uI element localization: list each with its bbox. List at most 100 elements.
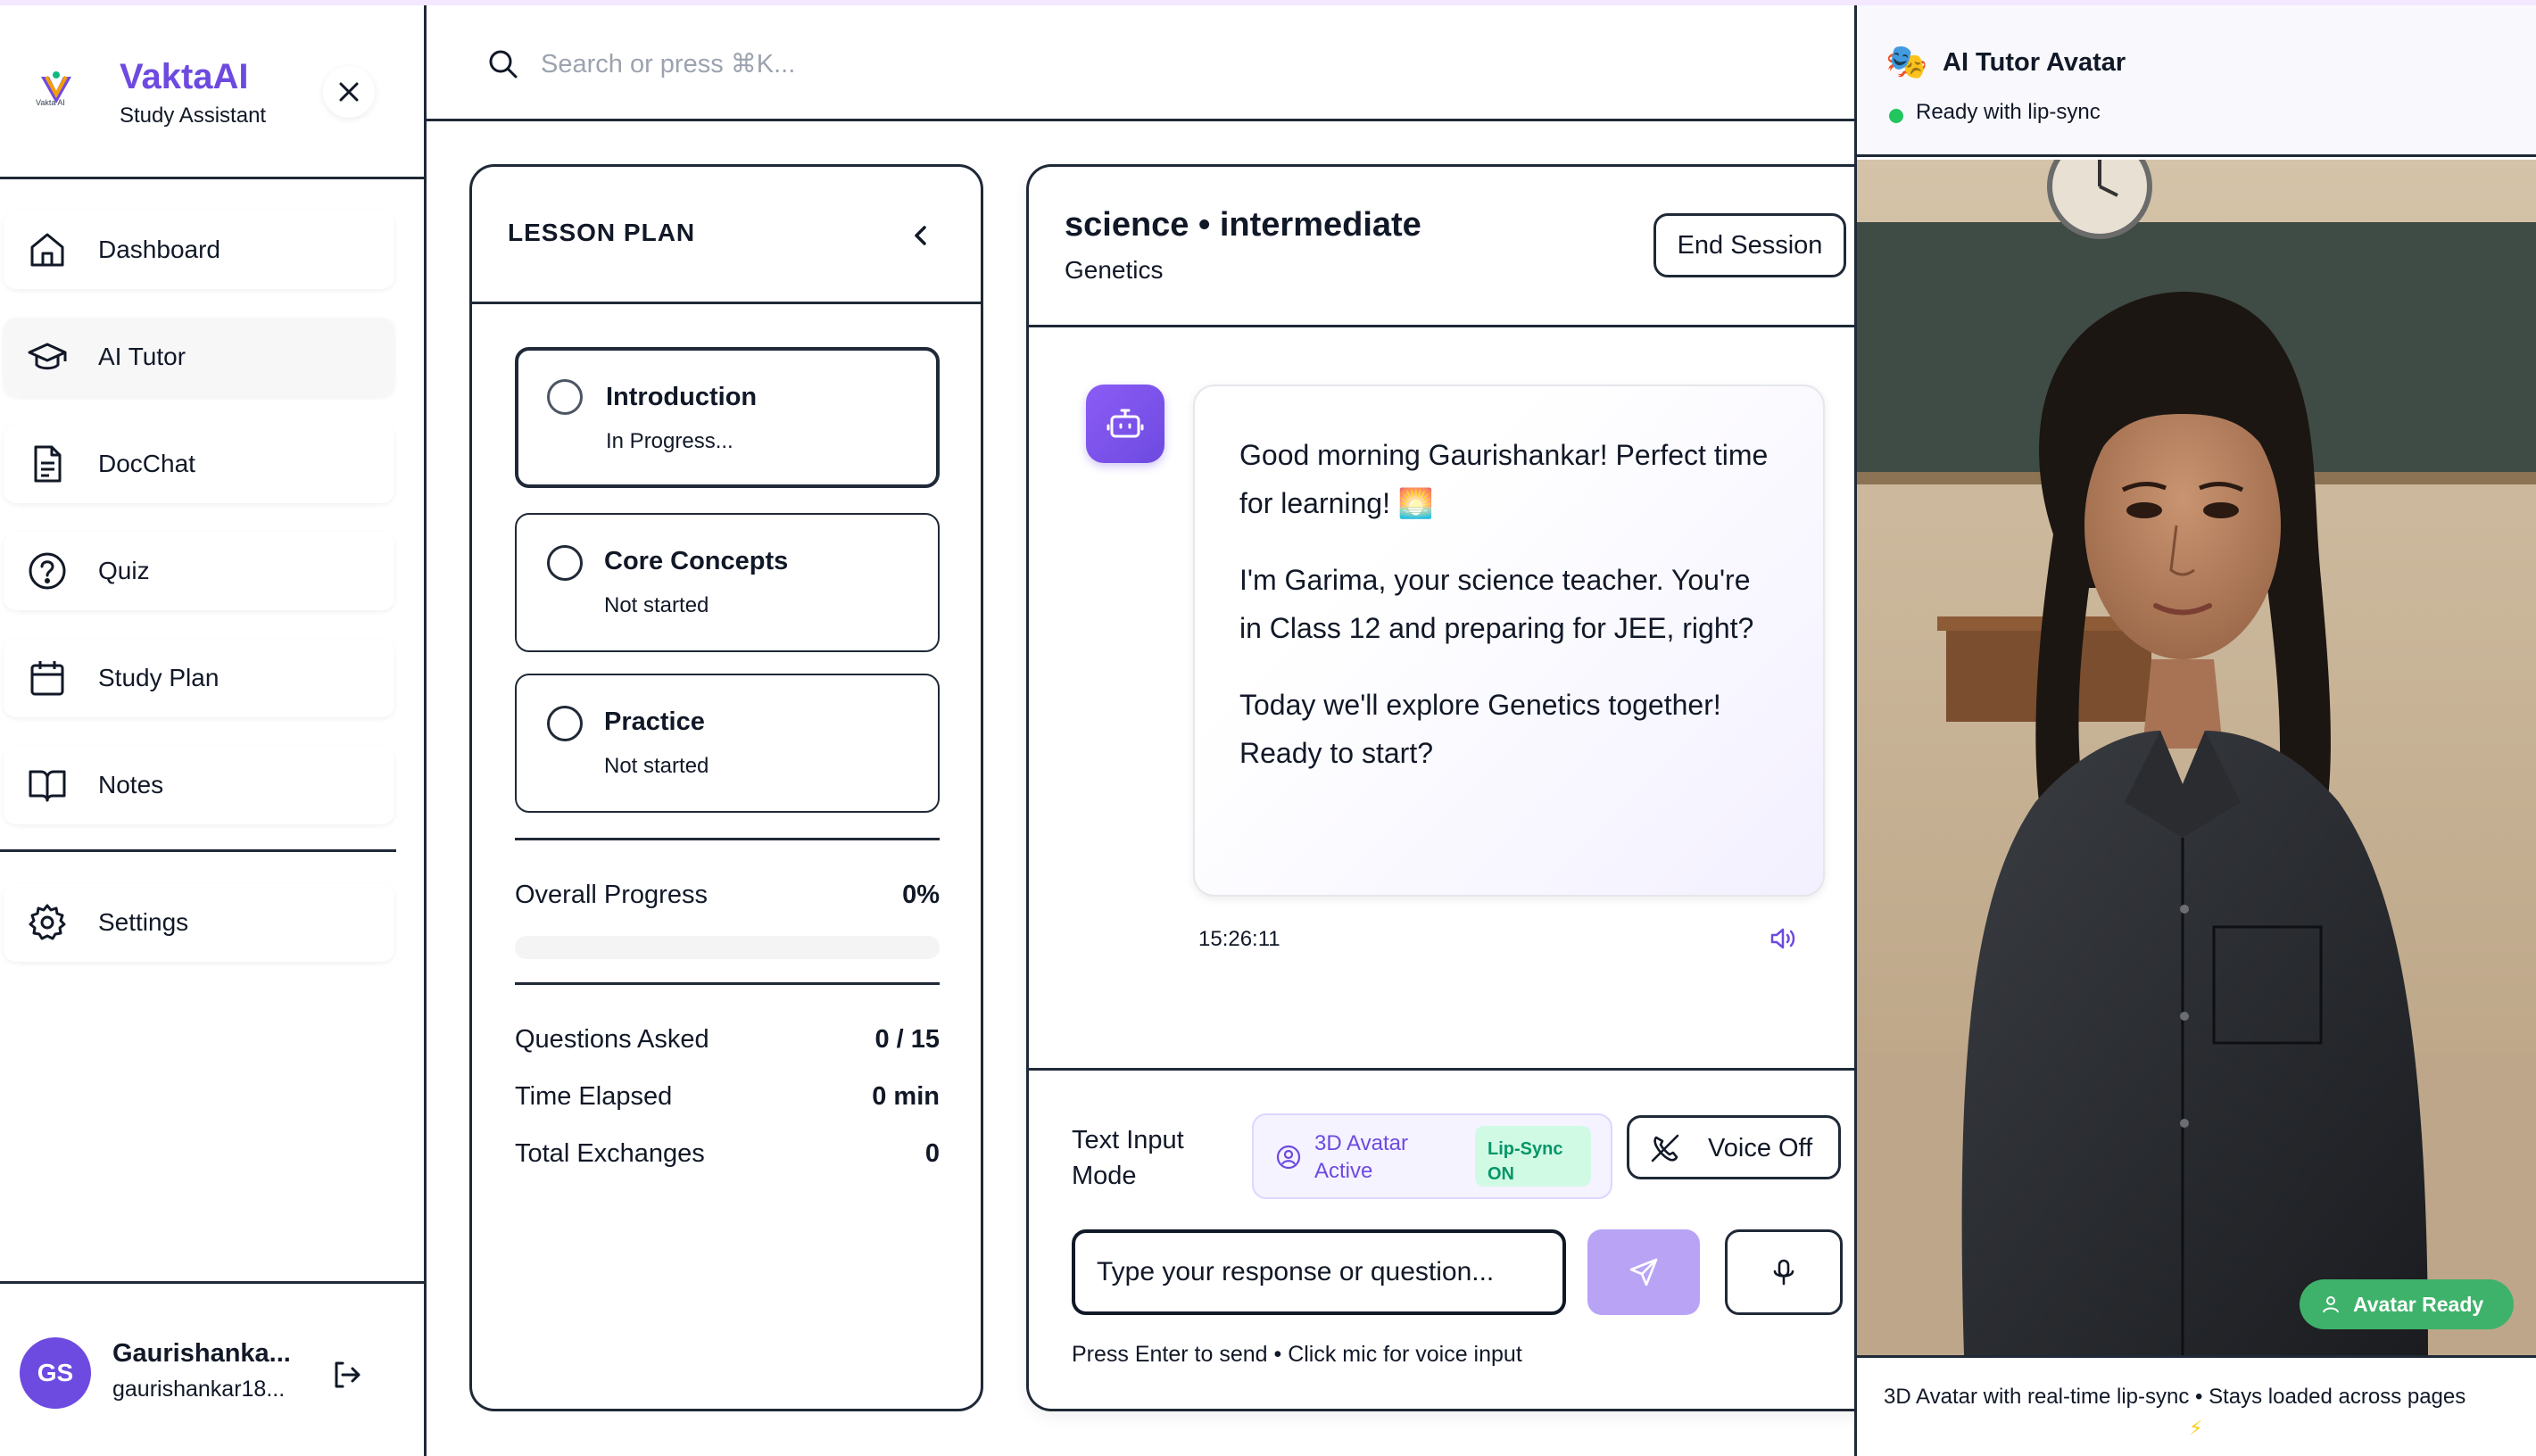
session-title: science • intermediate	[1065, 206, 1421, 244]
user-circle-icon	[1276, 1145, 1301, 1170]
sidebar-item-study-plan[interactable]: Study Plan	[4, 639, 394, 717]
theater-masks-icon: 🎭	[1885, 44, 1928, 81]
message-input[interactable]	[1072, 1229, 1566, 1315]
input-hint: Press Enter to send • Click mic for voic…	[1072, 1342, 1522, 1367]
close-icon	[339, 82, 359, 102]
status-dot	[1889, 109, 1903, 123]
sidebar-item-notes[interactable]: Notes	[4, 746, 394, 824]
sidebar-item-label: DocChat	[98, 450, 195, 477]
end-session-button[interactable]: End Session	[1653, 213, 1846, 277]
logo-caption: Vakta AI	[36, 98, 65, 107]
lesson-plan-panel: LESSON PLAN Introduction In Progress... …	[469, 164, 983, 1411]
sidebar-item-settings[interactable]: Settings	[4, 883, 394, 962]
chat-composer: Text Input Mode 3D Avatar Active Lip-Syn…	[1029, 1068, 1865, 1409]
close-sidebar-button[interactable]	[323, 66, 375, 118]
app-name: VaktaAI	[120, 57, 249, 96]
search-icon	[489, 50, 518, 79]
sidebar-item-label: Notes	[98, 771, 164, 798]
bot-avatar	[1086, 385, 1164, 463]
lesson-plan-header: LESSON PLAN	[472, 167, 981, 304]
step-status: In Progress...	[606, 429, 733, 453]
send-button[interactable]	[1587, 1229, 1700, 1315]
home-icon	[30, 233, 64, 267]
logout-icon[interactable]	[330, 1359, 362, 1391]
step-status: Not started	[604, 593, 709, 617]
lesson-step-introduction[interactable]: Introduction In Progress...	[515, 347, 940, 488]
sidebar-item-label: Dashboard	[98, 236, 220, 263]
message-paragraph: Good morning Gaurishankar! Perfect time …	[1239, 439, 1769, 519]
avatar-ready-label: Avatar Ready	[2353, 1292, 2484, 1316]
document-icon	[34, 445, 62, 483]
divider	[515, 982, 940, 985]
lesson-plan-title: LESSON PLAN	[508, 219, 696, 246]
questions-asked-label: Questions Asked	[515, 1025, 709, 1054]
questions-asked-value: 0 / 15	[874, 1025, 940, 1054]
phone-off-icon	[1651, 1134, 1679, 1162]
voice-toggle-button[interactable]: Voice Off	[1627, 1115, 1841, 1179]
avatar-footer-text: 3D Avatar with real-time lip-sync • Stay…	[1884, 1385, 2466, 1409]
avatar-status: Ready with lip-sync	[1916, 100, 2101, 124]
assistant-message: Good morning Gaurishankar! Perfect time …	[1193, 385, 1825, 897]
step-radio[interactable]	[547, 706, 583, 741]
search-input[interactable]	[541, 43, 1344, 86]
lesson-step-practice[interactable]: Practice Not started	[515, 674, 940, 813]
lesson-step-core-concepts[interactable]: Core Concepts Not started	[515, 513, 940, 652]
step-title: Practice	[604, 707, 705, 736]
sidebar-item-dashboard[interactable]: Dashboard	[4, 211, 394, 289]
sidebar-item-docchat[interactable]: DocChat	[4, 425, 394, 503]
step-title: Introduction	[606, 383, 758, 411]
speaker-icon[interactable]	[1768, 923, 1798, 954]
avatar-panel-title: AI Tutor Avatar	[1943, 48, 2126, 77]
microphone-icon	[1773, 1259, 1794, 1286]
time-elapsed-value: 0 min	[872, 1082, 940, 1111]
avatar-status-text: 3D Avatar Active	[1314, 1131, 1408, 1183]
sidebar-item-label: AI Tutor	[98, 343, 186, 370]
user-icon	[2323, 1296, 2339, 1313]
chat-panel: science • intermediate Genetics End Sess…	[1026, 164, 1865, 1411]
classroom-scene	[1857, 160, 2536, 1355]
calendar-icon	[30, 661, 64, 696]
search-bar	[427, 5, 1856, 121]
voice-toggle-label: Voice Off	[1708, 1134, 1813, 1162]
user-email: gaurishankar18...	[112, 1377, 286, 1402]
app-subtitle: Study Assistant	[120, 103, 267, 128]
total-exchanges-value: 0	[924, 1139, 940, 1168]
time-elapsed-label: Time Elapsed	[515, 1082, 673, 1111]
message-paragraph: Today we'll explore Genetics together! R…	[1239, 689, 1721, 769]
sidebar-item-label: Study Plan	[98, 664, 220, 691]
total-exchanges-label: Total Exchanges	[515, 1139, 705, 1168]
chevron-left-icon[interactable]	[902, 217, 940, 254]
avatar-panel: 🎭 AI Tutor Avatar Ready with lip-sync Av…	[1854, 5, 2536, 1456]
step-title: Core Concepts	[604, 547, 789, 575]
message-timestamp: 15:26:11	[1198, 927, 1280, 951]
lipsync-badge: Lip-Sync ON	[1475, 1126, 1591, 1187]
divider	[515, 838, 940, 840]
sidebar-divider	[0, 849, 396, 852]
graduation-cap-icon	[28, 343, 67, 370]
sidebar-item-quiz[interactable]: Quiz	[4, 532, 394, 610]
step-radio[interactable]	[547, 545, 583, 581]
avatar-status-chip: 3D Avatar Active Lip-Sync ON	[1252, 1113, 1612, 1199]
sidebar: Vakta AI VaktaAI Study Assistant Dashboa…	[0, 5, 427, 1456]
progress-bar	[515, 936, 940, 959]
chat-header: science • intermediate Genetics End Sess…	[1029, 167, 1865, 327]
overall-progress-value: 0%	[902, 881, 940, 909]
step-radio[interactable]	[547, 379, 583, 415]
step-status: Not started	[604, 754, 709, 778]
lightning-icon: ⚡	[2189, 1417, 2203, 1439]
user-profile: GS Gaurishanka... gaurishankar18...	[0, 1281, 424, 1456]
book-open-icon	[29, 770, 66, 802]
brand-header: Vakta AI VaktaAI Study Assistant	[0, 5, 424, 179]
overall-progress-label: Overall Progress	[515, 881, 708, 909]
avatar[interactable]: GS	[20, 1337, 91, 1409]
user-name: Gaurishanka...	[112, 1339, 291, 1368]
bot-icon	[1106, 409, 1144, 438]
avatar-3d-view[interactable]	[1857, 160, 2536, 1355]
avatar-ready-badge: Avatar Ready	[2300, 1279, 2514, 1329]
avatar-panel-header: 🎭 AI Tutor Avatar Ready with lip-sync	[1857, 5, 2536, 157]
sidebar-item-label: Settings	[98, 908, 189, 936]
send-icon	[1629, 1258, 1658, 1286]
mic-button[interactable]	[1725, 1229, 1843, 1315]
gear-icon	[29, 904, 66, 940]
sidebar-item-ai-tutor[interactable]: AI Tutor	[4, 318, 394, 396]
